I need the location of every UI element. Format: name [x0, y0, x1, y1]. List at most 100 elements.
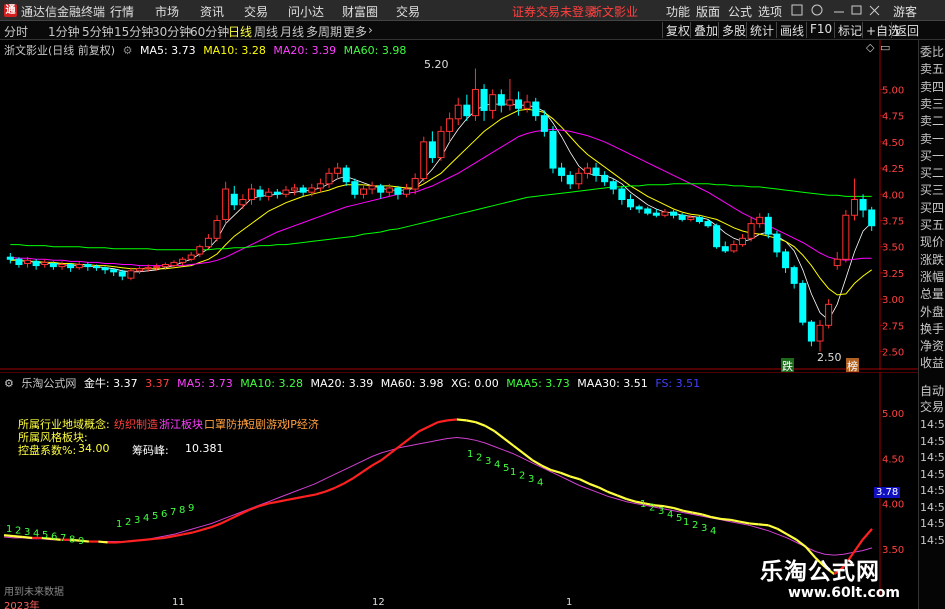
count-digit: 3 [485, 456, 491, 467]
menu-banmian[interactable]: 版面 [696, 3, 720, 20]
fuquan-button[interactable]: 复权 [662, 22, 693, 38]
multi-stock-button[interactable]: 多股 [718, 22, 749, 38]
tab-multi-period[interactable]: 多周期 [306, 23, 342, 40]
candle-body [58, 264, 66, 268]
quote-label[interactable]: 买四 [920, 200, 945, 217]
tab-30min[interactable]: 30分钟 [152, 23, 191, 40]
guest-label[interactable]: 游客 [893, 3, 917, 20]
quote-label[interactable]: 卖三 [920, 96, 945, 113]
tab-60min[interactable]: 60分钟 [190, 23, 229, 40]
count-digit: 5 [42, 530, 48, 541]
quote-label[interactable]: 涨跌 [920, 252, 945, 269]
menu-gongneng[interactable]: 功能 [666, 3, 690, 20]
quote-label[interactable]: 总量 [920, 286, 945, 303]
tab-daily[interactable]: 日线 [228, 23, 252, 40]
count-digit: 5 [152, 511, 158, 522]
menu-hangqing[interactable]: 行情 [110, 3, 134, 20]
y-tick-label: 4.25 [882, 164, 904, 175]
menu-wenxiaoda[interactable]: 问小达 [288, 3, 324, 20]
tab-more[interactable]: 更多 [343, 23, 367, 40]
candlestick-chart[interactable]: 2.50 2.75 3.00 3.25 3.50 3.75 4.00 4.25 4.50 4.75… [0, 40, 918, 370]
quote-label[interactable]: 涨幅 [920, 269, 945, 286]
concept-2[interactable]: 浙江板块 [159, 416, 203, 432]
quote-label[interactable]: 买五 [920, 217, 945, 234]
f10-button[interactable]: F10 [806, 22, 835, 38]
menu-gongshi[interactable]: 公式 [728, 3, 752, 20]
auto-trade-label[interactable]: 交易 [920, 399, 945, 416]
quote-label[interactable]: 外盘 [920, 304, 945, 321]
candle-body [670, 211, 678, 216]
quote-label[interactable]: 卖五 [920, 61, 945, 78]
candle-body [721, 246, 729, 252]
tab-more-chevron-icon[interactable]: › [368, 23, 373, 37]
quote-label[interactable]: 卖四 [920, 79, 945, 96]
count-digit: 6 [161, 509, 167, 520]
watermark: 乐淘公式网 www.60lt.com [760, 548, 930, 606]
collapse-icon[interactable]: ▭ [880, 41, 890, 54]
tab-monthly[interactable]: 月线 [280, 23, 304, 40]
quote-label[interactable]: 收益 [920, 355, 945, 372]
menu-jiaoyi-2[interactable]: 交易 [396, 3, 420, 20]
menu-caifuquan[interactable]: 财富圈 [342, 3, 378, 20]
diamond-icon[interactable]: ◇ [866, 41, 874, 54]
draw-line-button[interactable]: 画线 [776, 22, 807, 38]
menu-jiaoyi[interactable]: 交易 [244, 3, 268, 20]
login-warning[interactable]: 证券交易未登录 [512, 3, 596, 20]
candle-body [747, 223, 755, 239]
y-tick-label: 3.25 [882, 269, 904, 280]
count-digit: 4 [33, 529, 39, 540]
tab-15min[interactable]: 15分钟 [114, 23, 153, 40]
concept-3[interactable]: 口罩防护 [204, 416, 248, 432]
tab-weekly[interactable]: 周线 [254, 23, 278, 40]
quote-label[interactable]: 委比 [920, 44, 945, 61]
candle-body [833, 258, 841, 267]
future-data-label: 用到未来数据 [4, 587, 64, 598]
control-label: 控盘系数%: [18, 444, 77, 457]
concept-4[interactable]: 短剧游戏 [244, 416, 288, 432]
globe-icon[interactable] [811, 4, 823, 16]
main-info-line: 浙文影业(日线 前复权) ⚙ MA5: 3.73 MA10: 3.28 MA20… [4, 42, 410, 58]
indicator-gear-icon[interactable]: ⚙ [4, 377, 14, 390]
menu-shichang[interactable]: 市场 [155, 3, 179, 20]
tab-fenshi[interactable]: 分时 [4, 23, 28, 40]
settings-gear-icon[interactable]: ⚙ [123, 44, 133, 57]
quote-label[interactable]: 买二 [920, 165, 945, 182]
sub-y-tick-label: 4.50 [882, 454, 904, 465]
mark-button[interactable]: 标记 [834, 22, 865, 38]
menu-xuanxiang[interactable]: 选项 [758, 3, 782, 20]
quote-label[interactable]: 卖二 [920, 113, 945, 130]
candle-body [196, 246, 204, 255]
indicator-info-line: ⚙ 乐淘公式网 金牛: 3.37 3.37 MA5: 3.73 MA10: 3.… [4, 375, 704, 391]
candle-body [687, 216, 695, 220]
quote-label[interactable]: 净资 [920, 338, 945, 355]
candle-body [678, 214, 686, 220]
auto-trade-label[interactable]: 自动 [920, 383, 945, 400]
quote-label[interactable]: 卖一 [920, 131, 945, 148]
display-icon[interactable] [791, 4, 803, 16]
candle-body [730, 244, 738, 252]
stats-button[interactable]: 统计 [746, 22, 777, 38]
quote-label[interactable]: 买三 [920, 182, 945, 199]
tab-5min[interactable]: 5分钟 [82, 23, 114, 40]
maximize-icon[interactable] [851, 5, 862, 15]
maa5-segment [456, 418, 467, 422]
quote-label[interactable]: 买一 [920, 148, 945, 165]
overlay-button[interactable]: 叠加 [690, 22, 721, 38]
candle-body [868, 209, 876, 227]
back-button[interactable]: 返回 [891, 22, 922, 38]
concept-1[interactable]: 纺织制造 [114, 416, 158, 432]
menu-zixun[interactable]: 资讯 [200, 3, 224, 20]
control-value: 34.00 [78, 442, 110, 455]
date-label-dec: 12 [372, 597, 385, 608]
concept-5[interactable]: IP经济 [287, 416, 319, 432]
count-digit: 2 [125, 517, 131, 528]
quote-label[interactable]: 换手 [920, 321, 945, 338]
count-digit: 8 [69, 535, 75, 546]
tab-1min[interactable]: 1分钟 [48, 23, 80, 40]
count-digit: 1 [640, 499, 646, 510]
count-digit: 2 [519, 471, 525, 482]
candle-body [428, 141, 436, 159]
candle-body [497, 94, 505, 106]
quote-label[interactable]: 现价 [920, 234, 945, 251]
candle-body [299, 187, 307, 193]
